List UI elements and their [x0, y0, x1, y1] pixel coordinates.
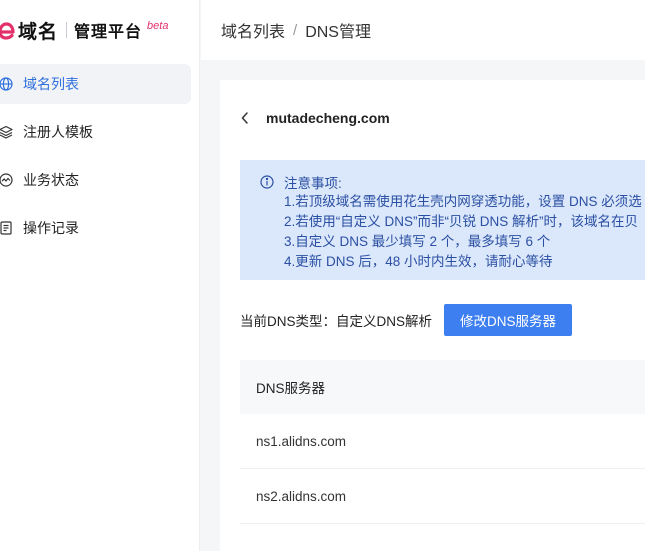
sidebar-item-label: 操作记录 — [23, 220, 79, 236]
dns-type-value: 自定义DNS解析 — [336, 314, 433, 329]
brand-logo-icon — [0, 19, 16, 41]
sidebar-item-registrant-templates[interactable]: 注册人模板 — [0, 112, 191, 152]
globe-icon — [0, 77, 13, 91]
document-icon — [0, 221, 13, 235]
table-header: DNS服务器 — [240, 360, 645, 414]
notice-line: 3.自定义 DNS 最少填写 2 个，最多填写 6 个 — [284, 234, 551, 249]
layers-icon — [0, 125, 13, 139]
notice-line: 4.更新 DNS 后，48 小时内生效，请耐心等待 — [284, 254, 553, 269]
sidebar-item-operation-log[interactable]: 操作记录 — [0, 208, 191, 248]
sidebar-item-label: 注册人模板 — [23, 124, 93, 140]
notice-line: 1.若顶级域名需使用花生壳内网穿透功能，设置 DNS 必须选 — [284, 194, 642, 209]
sidebar: 域名 管理平台 beta 域名列表 注册人模板 业务状态 操作记录 — [0, 0, 200, 551]
back-link[interactable]: mutadecheng.com — [240, 108, 390, 128]
brand-divider — [66, 22, 68, 38]
beta-badge: beta — [147, 20, 169, 32]
activity-icon — [0, 173, 13, 187]
notice-title: 注意事项: — [284, 176, 342, 191]
breadcrumb-domain-list[interactable]: 域名列表 — [221, 18, 285, 42]
dns-server-table: DNS服务器 ns1.alidns.com ns2.alidns.com — [240, 360, 645, 524]
dns-type-label: 当前DNS类型： — [240, 314, 337, 329]
modify-dns-servers-button[interactable]: 修改DNS服务器 — [444, 304, 573, 336]
sidebar-item-domain-list[interactable]: 域名列表 — [0, 64, 191, 104]
table-row: ns1.alidns.com — [240, 414, 645, 469]
brand[interactable]: 域名 管理平台 beta — [0, 0, 199, 60]
chevron-left-icon[interactable] — [240, 108, 252, 128]
sidebar-item-business-status[interactable]: 业务状态 — [0, 160, 191, 200]
sidebar-item-label: 域名列表 — [23, 76, 79, 92]
info-icon — [260, 175, 274, 189]
breadcrumb-separator: / — [293, 21, 298, 39]
header-bar: 域名列表 / DNS管理 — [201, 0, 645, 60]
main-card: mutadecheng.com 注意事项: 1.若顶级域名需使用花生壳内网穿透功… — [220, 80, 645, 551]
brand-name: 域名 — [18, 21, 59, 43]
sidebar-item-label: 业务状态 — [23, 172, 79, 188]
table-row: ns2.alidns.com — [240, 469, 645, 524]
brand-subtitle: 管理平台 — [74, 24, 143, 41]
notice-line: 2.若使用“自定义 DNS”而非“贝锐 DNS 解析”时，该域名在贝 — [284, 214, 638, 229]
breadcrumb-dns-management: DNS管理 — [305, 24, 371, 41]
domain-title: mutadecheng.com — [266, 110, 390, 126]
sidebar-nav: 域名列表 注册人模板 业务状态 操作记录 — [0, 60, 199, 248]
dns-type-row: 当前DNS类型： 自定义DNS解析 修改DNS服务器 — [240, 304, 573, 336]
notice-box: 注意事项: 1.若顶级域名需使用花生壳内网穿透功能，设置 DNS 必须选 2.若… — [240, 160, 645, 280]
